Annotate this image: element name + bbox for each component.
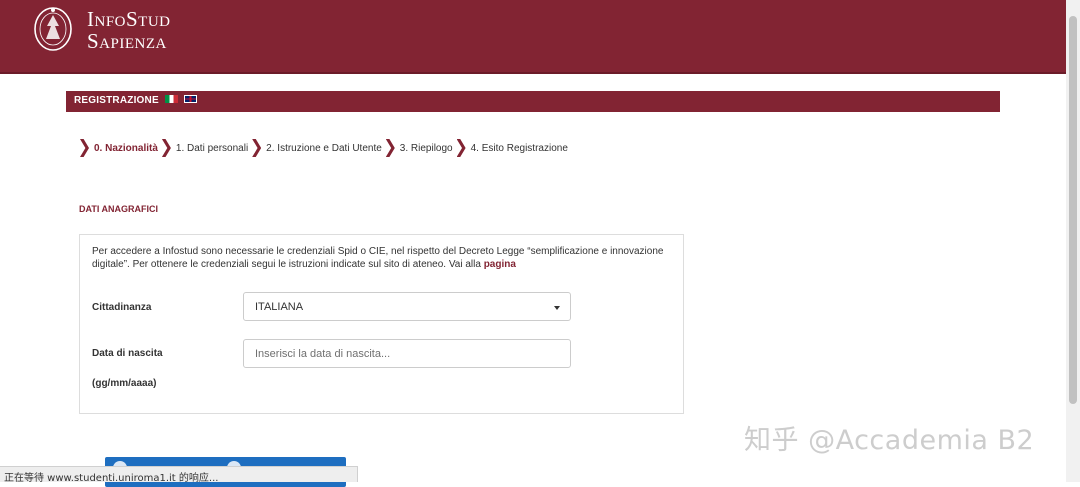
cittadinanza-label: Cittadinanza bbox=[92, 302, 152, 313]
registration-bar: REGISTRAZIONE bbox=[66, 91, 1000, 112]
chevron-right-icon bbox=[80, 139, 89, 157]
step-label: 2. Istruzione e Dati Utente bbox=[266, 142, 382, 154]
step-label: 3. Riepilogo bbox=[399, 142, 453, 154]
cittadinanza-value: ITALIANA bbox=[255, 301, 304, 313]
chevron-right-icon bbox=[161, 139, 171, 157]
site-header: InfoStud Sapienza bbox=[0, 0, 1066, 74]
watermark: 知乎 @Accademia B2 bbox=[744, 425, 1035, 456]
step-nazionalita: 0. Nazionalità bbox=[80, 139, 158, 157]
data-nascita-label: Data di nascita bbox=[92, 348, 163, 359]
page-scrollbar[interactable] bbox=[1066, 0, 1080, 482]
flag-italy-icon[interactable] bbox=[164, 95, 178, 103]
chevron-right-icon bbox=[385, 139, 395, 157]
intro-text: Per accedere a Infostud sono necessarie … bbox=[92, 245, 677, 271]
intro-body: Per accedere a Infostud sono necessarie … bbox=[92, 246, 664, 270]
anagrafica-panel: Per accedere a Infostud sono necessarie … bbox=[79, 234, 684, 414]
registration-steps: 0. Nazionalità 1. Dati personali 2. Istr… bbox=[80, 138, 572, 158]
step-riepilogo: 3. Riepilogo bbox=[385, 139, 453, 157]
chevron-right-icon bbox=[252, 139, 262, 157]
cittadinanza-select[interactable]: ITALIANA bbox=[243, 292, 571, 321]
step-label: 0. Nazionalità bbox=[94, 142, 158, 154]
brand-line-2: Sapienza bbox=[87, 29, 167, 53]
flag-uk-icon[interactable] bbox=[183, 95, 197, 103]
section-title: DATI ANAGRAFICI bbox=[79, 204, 158, 214]
step-label: 1. Dati personali bbox=[175, 142, 249, 154]
pagina-link[interactable]: pagina bbox=[484, 259, 516, 270]
scrollbar-thumb[interactable] bbox=[1069, 16, 1077, 404]
step-dati-personali: 1. Dati personali bbox=[161, 139, 249, 157]
sapienza-seal-icon[interactable] bbox=[33, 4, 73, 52]
browser-status-bar: 正在等待 www.studenti.uniroma1.it 的响应... bbox=[0, 466, 358, 484]
step-label: 4. Esito Registrazione bbox=[470, 142, 568, 154]
date-format-hint: (gg/mm/aaaa) bbox=[92, 378, 157, 389]
step-istruzione: 2. Istruzione e Dati Utente bbox=[252, 139, 382, 157]
step-esito: 4. Esito Registrazione bbox=[456, 139, 568, 157]
brand-title[interactable]: InfoStud Sapienza bbox=[87, 8, 171, 52]
registration-label: REGISTRAZIONE bbox=[74, 95, 159, 106]
data-nascita-input[interactable] bbox=[243, 339, 571, 368]
brand-line-1: InfoStud bbox=[87, 7, 171, 31]
chevron-right-icon bbox=[456, 139, 466, 157]
caret-down-icon bbox=[554, 306, 560, 310]
